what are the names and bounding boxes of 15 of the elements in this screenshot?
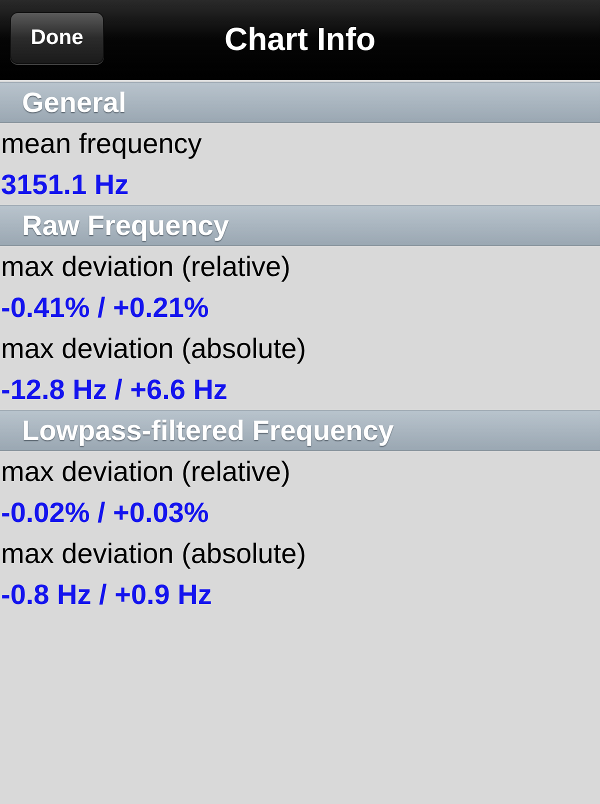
section-header: Raw Frequency: [0, 205, 600, 246]
section-header: Lowpass-filtered Frequency: [0, 410, 600, 451]
field-label: max deviation (absolute): [1, 538, 306, 570]
field-value: -0.41% / +0.21%: [1, 292, 209, 324]
window-title: Chart Info: [224, 21, 376, 58]
field-label: mean frequency: [1, 128, 202, 160]
done-button[interactable]: Done: [10, 12, 104, 64]
field-value: 3151.1 Hz: [1, 168, 129, 200]
field-label: max deviation (relative): [1, 456, 290, 488]
field-label: max deviation (relative): [1, 250, 290, 282]
field-label: max deviation (absolute): [1, 332, 306, 364]
field-value: -0.02% / +0.03%: [1, 496, 209, 528]
field-value: -12.8 Hz / +6.6 Hz: [1, 374, 228, 406]
section-header: General: [0, 82, 600, 123]
field-value: -0.8 Hz / +0.9 Hz: [1, 578, 212, 610]
